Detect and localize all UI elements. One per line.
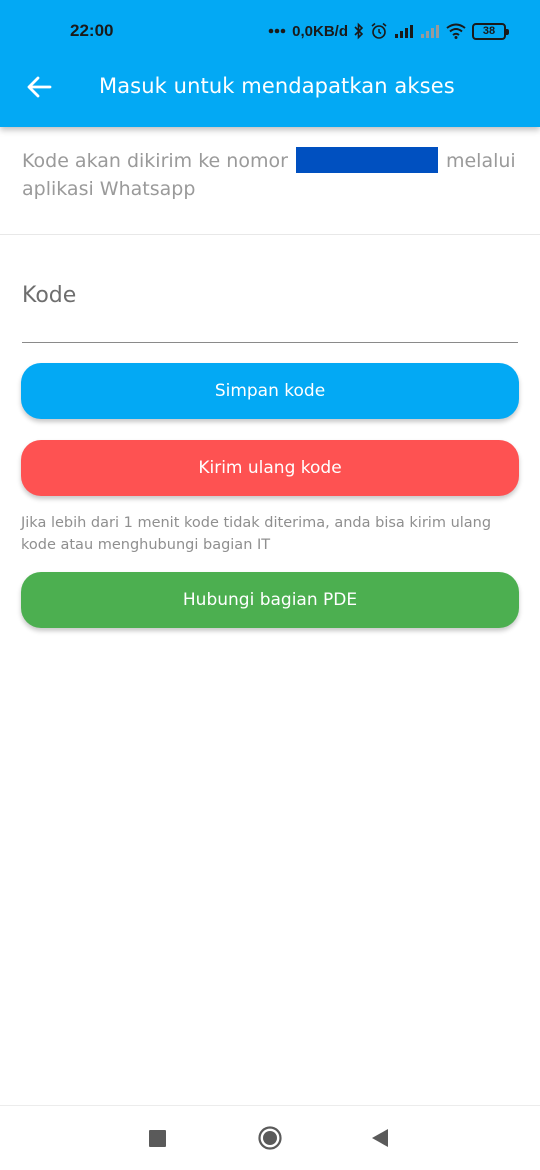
recents-square-icon[interactable]	[149, 1130, 166, 1147]
info-text-before: Kode akan dikirim ke nomor	[22, 150, 294, 172]
app-bar: Masuk untuk mendapatkan akses	[0, 62, 540, 127]
dots-icon	[268, 28, 286, 34]
resend-code-label: Kirim ulang kode	[198, 458, 342, 478]
resend-code-button[interactable]: Kirim ulang kode	[21, 440, 519, 496]
battery-icon: 38	[472, 22, 509, 40]
status-time: 22:00	[70, 21, 114, 40]
save-code-button[interactable]: Simpan kode	[21, 363, 519, 419]
network-speed: 0,0KB/d	[292, 22, 348, 40]
contact-pde-label: Hubungi bagian PDE	[182, 590, 358, 610]
code-input[interactable]: Kode	[22, 270, 518, 343]
system-nav-bar	[0, 1105, 540, 1170]
status-bar: 22:00 0,0KB/d 38	[0, 0, 540, 62]
signal-icon-2	[420, 24, 440, 38]
back-button[interactable]	[22, 72, 56, 106]
app-header: 22:00 0,0KB/d 38 Masuk untuk mendapatkan…	[0, 0, 540, 127]
status-icons: 0,0KB/d 38	[268, 18, 509, 44]
back-triangle-icon[interactable]	[371, 1128, 389, 1148]
hint-text: Jika lebih dari 1 menit kode tidak diter…	[21, 515, 492, 553]
signal-icon	[394, 24, 414, 38]
alarm-icon	[370, 22, 388, 40]
home-circle-icon[interactable]	[258, 1126, 282, 1150]
divider	[0, 234, 540, 235]
page-title: Masuk untuk mendapatkan akses	[99, 74, 455, 98]
wifi-icon	[446, 23, 466, 39]
save-code-label: Simpan kode	[214, 381, 326, 401]
contact-pde-button[interactable]: Hubungi bagian PDE	[21, 572, 519, 628]
bluetooth-icon	[354, 22, 364, 40]
code-input-placeholder: Kode	[22, 283, 77, 308]
info-text: Kode akan dikirim ke nomor melalui aplik…	[22, 147, 522, 203]
arrow-left-icon	[26, 75, 52, 103]
redacted-phone-number	[295, 147, 438, 173]
